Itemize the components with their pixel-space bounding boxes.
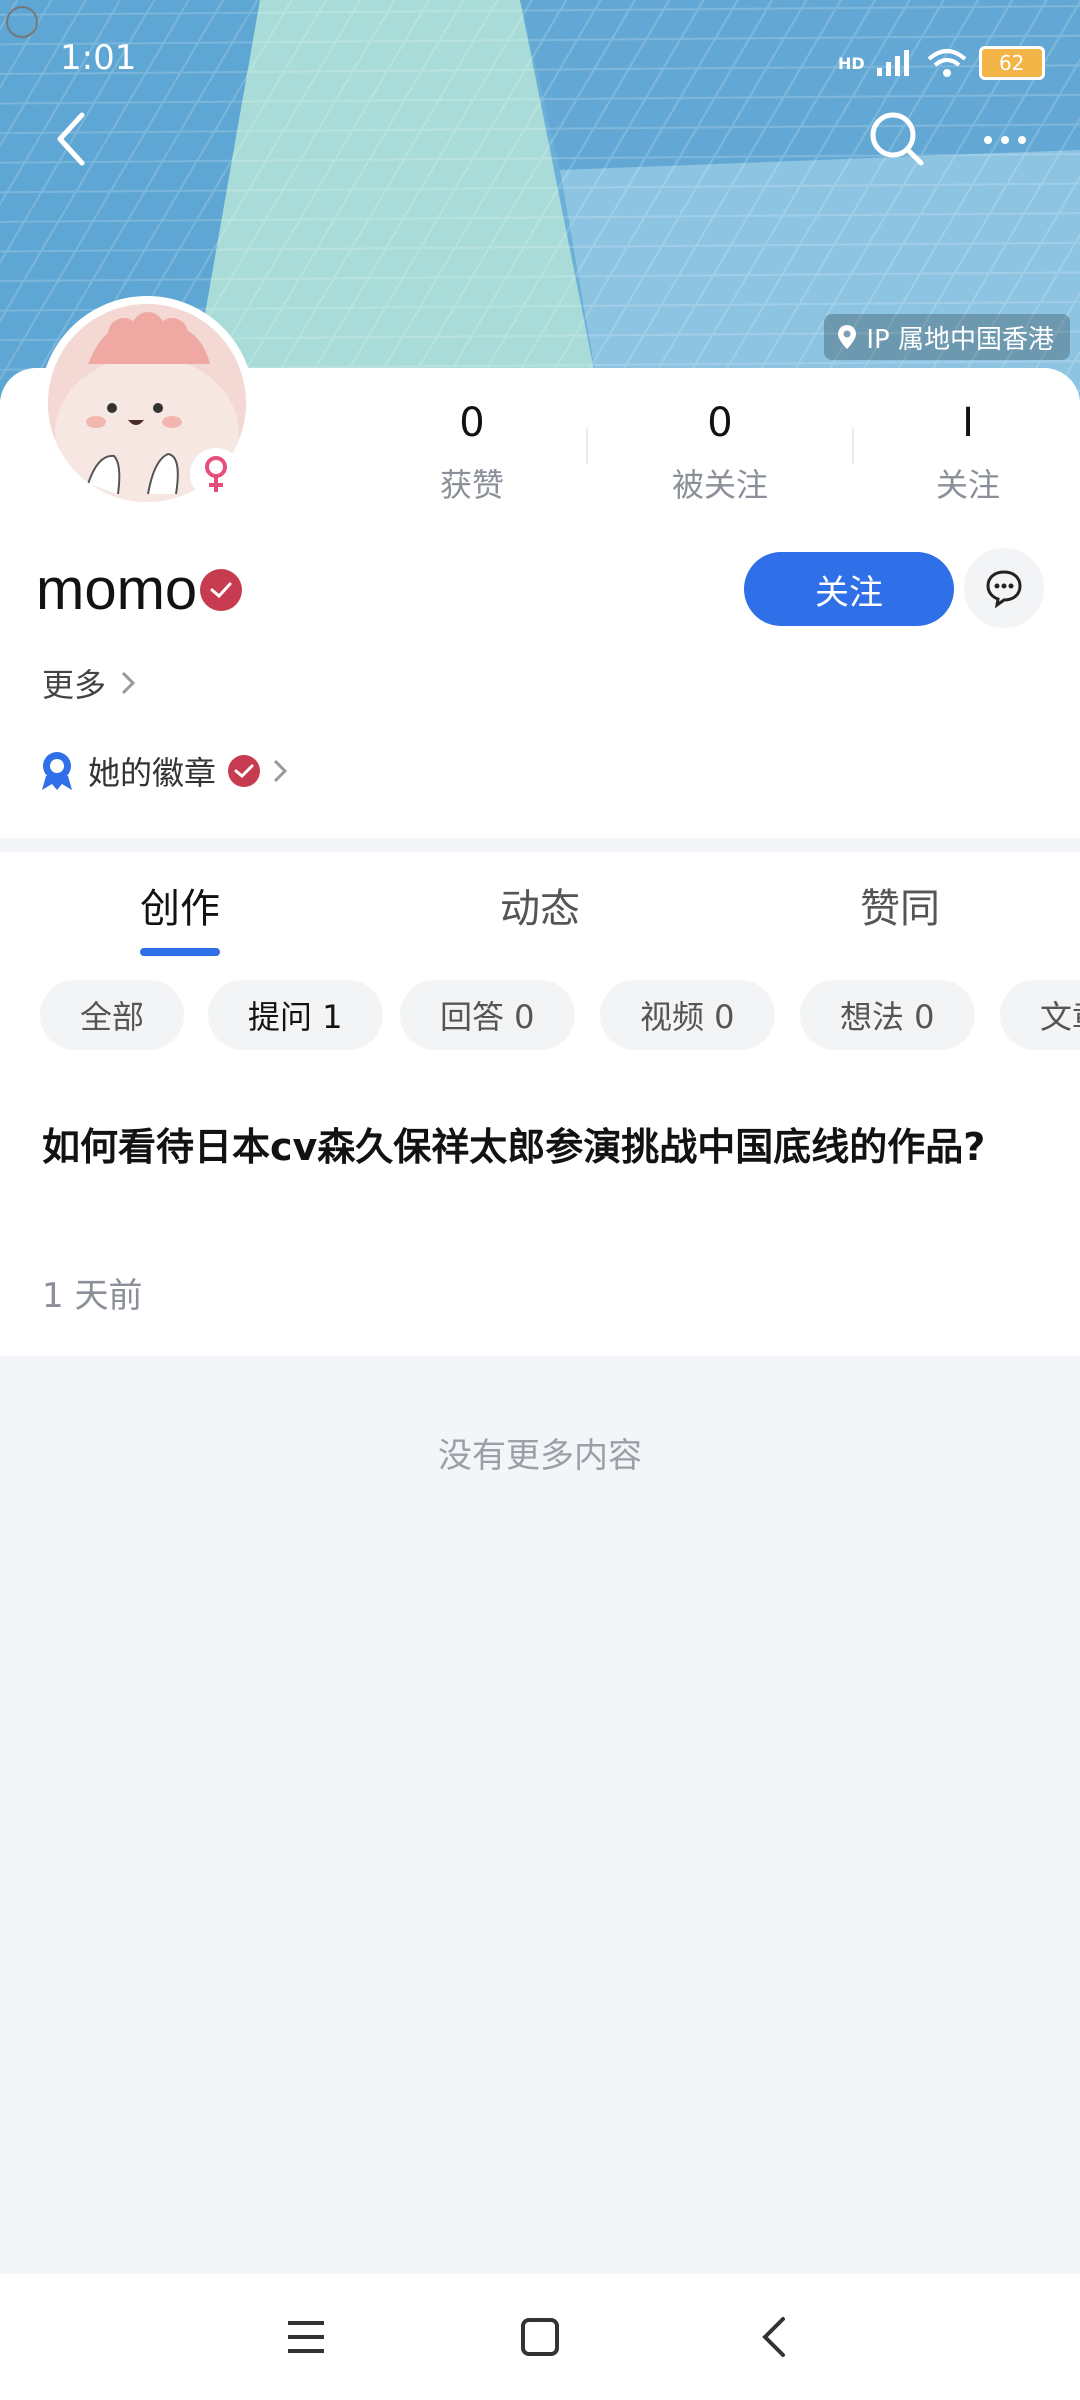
stat-divider: [852, 428, 854, 464]
verified-badge-icon: [200, 569, 242, 611]
post-title[interactable]: 如何看待日本cv森久保祥太郎参演挑战中国底线的作品?: [42, 1114, 1042, 1180]
more-info-link[interactable]: 更多: [42, 660, 136, 706]
back-arrow-icon: [57, 112, 85, 166]
female-gender-badge: [190, 448, 242, 500]
chevron-right-icon: [121, 671, 136, 695]
status-icons: HD 62: [838, 46, 1045, 80]
following-label[interactable]: 关注: [868, 460, 1068, 506]
menu-icon: [288, 2321, 324, 2353]
check-icon: [234, 764, 254, 779]
signal-icon: [876, 50, 909, 76]
chip-articles[interactable]: 文章: [1000, 980, 1080, 1050]
chip-all[interactable]: 全部: [40, 980, 185, 1050]
stat-divider: [586, 428, 588, 464]
chip-answers[interactable]: 回答 0: [400, 980, 575, 1050]
post-item[interactable]: 如何看待日本cv森久保祥太郎参演挑战中国底线的作品? 1 天前: [0, 1068, 1080, 1356]
chip-questions[interactable]: 提问 1: [208, 980, 383, 1050]
no-more-content-text: 没有更多内容: [438, 1436, 642, 1476]
check-icon: [210, 582, 232, 599]
ip-location-text: IP 属地中国香港: [866, 324, 1054, 355]
more-options-button[interactable]: [970, 110, 1040, 170]
badges-label: 她的徽章: [88, 754, 217, 792]
medal-icon: [42, 752, 72, 790]
tab-upvotes[interactable]: 赞同: [750, 876, 1050, 934]
recent-apps-button[interactable]: [266, 2304, 346, 2370]
search-button[interactable]: [862, 104, 932, 174]
battery-icon: 62: [978, 46, 1045, 80]
filter-chips: 全部 提问 1 回答 0 视频 0 想法 0 文章: [0, 958, 1080, 1068]
likes-count: 0: [459, 400, 485, 446]
followers-label[interactable]: 被关注: [620, 460, 820, 506]
system-nav-bar: [0, 2274, 1080, 2400]
more-info-label: 更多: [42, 666, 107, 704]
chip-thoughts[interactable]: 想法 0: [800, 980, 975, 1050]
content-tabs: 创作 动态 赞同: [0, 852, 1080, 958]
tab-creations[interactable]: 创作: [30, 876, 330, 934]
likes-label: 获赞: [439, 466, 504, 504]
chat-bubble-icon: [986, 570, 1022, 608]
profile-name: momo: [36, 557, 198, 622]
follow-button[interactable]: 关注: [744, 552, 954, 626]
badges-link[interactable]: 她的徽章: [38, 748, 288, 794]
network-label: HD: [838, 53, 865, 73]
post-timestamp: 1 天前: [42, 1276, 143, 1316]
status-dot-icon: [6, 6, 38, 38]
back-triangle-icon: [762, 2317, 785, 2357]
home-button[interactable]: [500, 2304, 580, 2370]
following-count[interactable]: I: [868, 400, 1068, 446]
female-icon: [205, 456, 227, 492]
system-back-button[interactable]: [734, 2304, 814, 2370]
chevron-right-icon: [273, 759, 288, 783]
home-square-icon: [521, 2318, 559, 2356]
verified-badge-icon: [228, 755, 261, 787]
battery-level: 62: [998, 51, 1025, 75]
chip-videos[interactable]: 视频 0: [600, 980, 775, 1050]
wifi-icon: [927, 49, 966, 77]
message-button[interactable]: [964, 548, 1044, 628]
status-time: 1:01: [60, 38, 137, 78]
ellipsis-icon: [984, 136, 1026, 144]
tab-activity[interactable]: 动态: [390, 876, 690, 934]
ip-location-pill: IP 属地中国香港: [824, 314, 1070, 360]
active-tab-indicator: [140, 948, 220, 956]
followers-count[interactable]: 0: [620, 400, 820, 446]
search-icon: [870, 112, 924, 166]
location-pin-icon: [838, 325, 857, 349]
back-button[interactable]: [40, 104, 104, 174]
